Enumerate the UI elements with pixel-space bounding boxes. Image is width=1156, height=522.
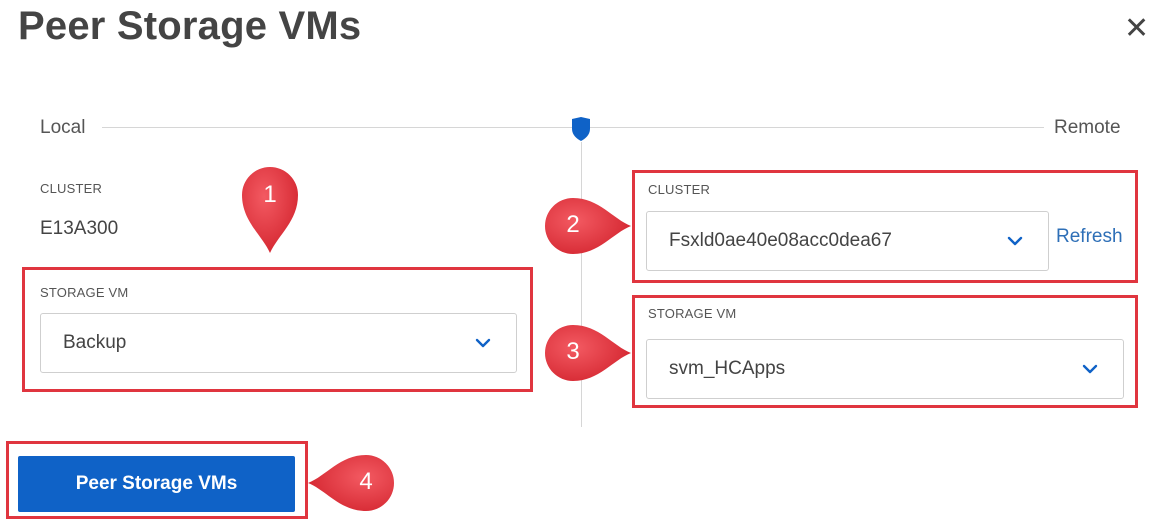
- remote-storage-vm-label: STORAGE VM: [648, 306, 737, 321]
- local-cluster-label: CLUSTER: [40, 181, 103, 196]
- remote-label: Remote: [1054, 117, 1121, 138]
- callout-marker-4: 4: [306, 452, 398, 514]
- remote-storage-vm-select[interactable]: svm_HCApps: [646, 339, 1124, 399]
- local-storage-vm-value: Backup: [63, 332, 127, 353]
- close-icon[interactable]: ✕: [1124, 14, 1149, 44]
- remote-cluster-label: CLUSTER: [648, 182, 711, 197]
- chevron-down-icon: [1004, 230, 1026, 252]
- callout-number-4: 4: [359, 468, 373, 495]
- remote-cluster-value: Fsxld0ae40e08acc0dea67: [669, 230, 892, 251]
- callout-number-1: 1: [263, 181, 277, 208]
- chevron-down-icon: [1079, 358, 1101, 380]
- chevron-down-icon: [472, 332, 494, 354]
- refresh-link[interactable]: Refresh: [1056, 226, 1123, 248]
- local-label: Local: [40, 117, 86, 138]
- callout-marker-1: 1: [238, 163, 302, 255]
- callout-number-2: 2: [566, 211, 580, 238]
- callout-marker-3: 3: [541, 322, 633, 384]
- local-storage-vm-label: STORAGE VM: [40, 285, 129, 300]
- local-storage-vm-select[interactable]: Backup: [40, 313, 517, 373]
- callout-number-3: 3: [566, 338, 580, 365]
- peer-storage-vms-button[interactable]: Peer Storage VMs: [18, 456, 295, 512]
- local-cluster-value: E13A300: [40, 218, 119, 239]
- dialog-title: Peer Storage VMs: [18, 4, 362, 48]
- panel-divider: [581, 142, 582, 427]
- remote-cluster-select[interactable]: Fsxld0ae40e08acc0dea67: [646, 211, 1049, 271]
- remote-storage-vm-value: svm_HCApps: [669, 358, 786, 379]
- callout-marker-2: 2: [541, 195, 633, 257]
